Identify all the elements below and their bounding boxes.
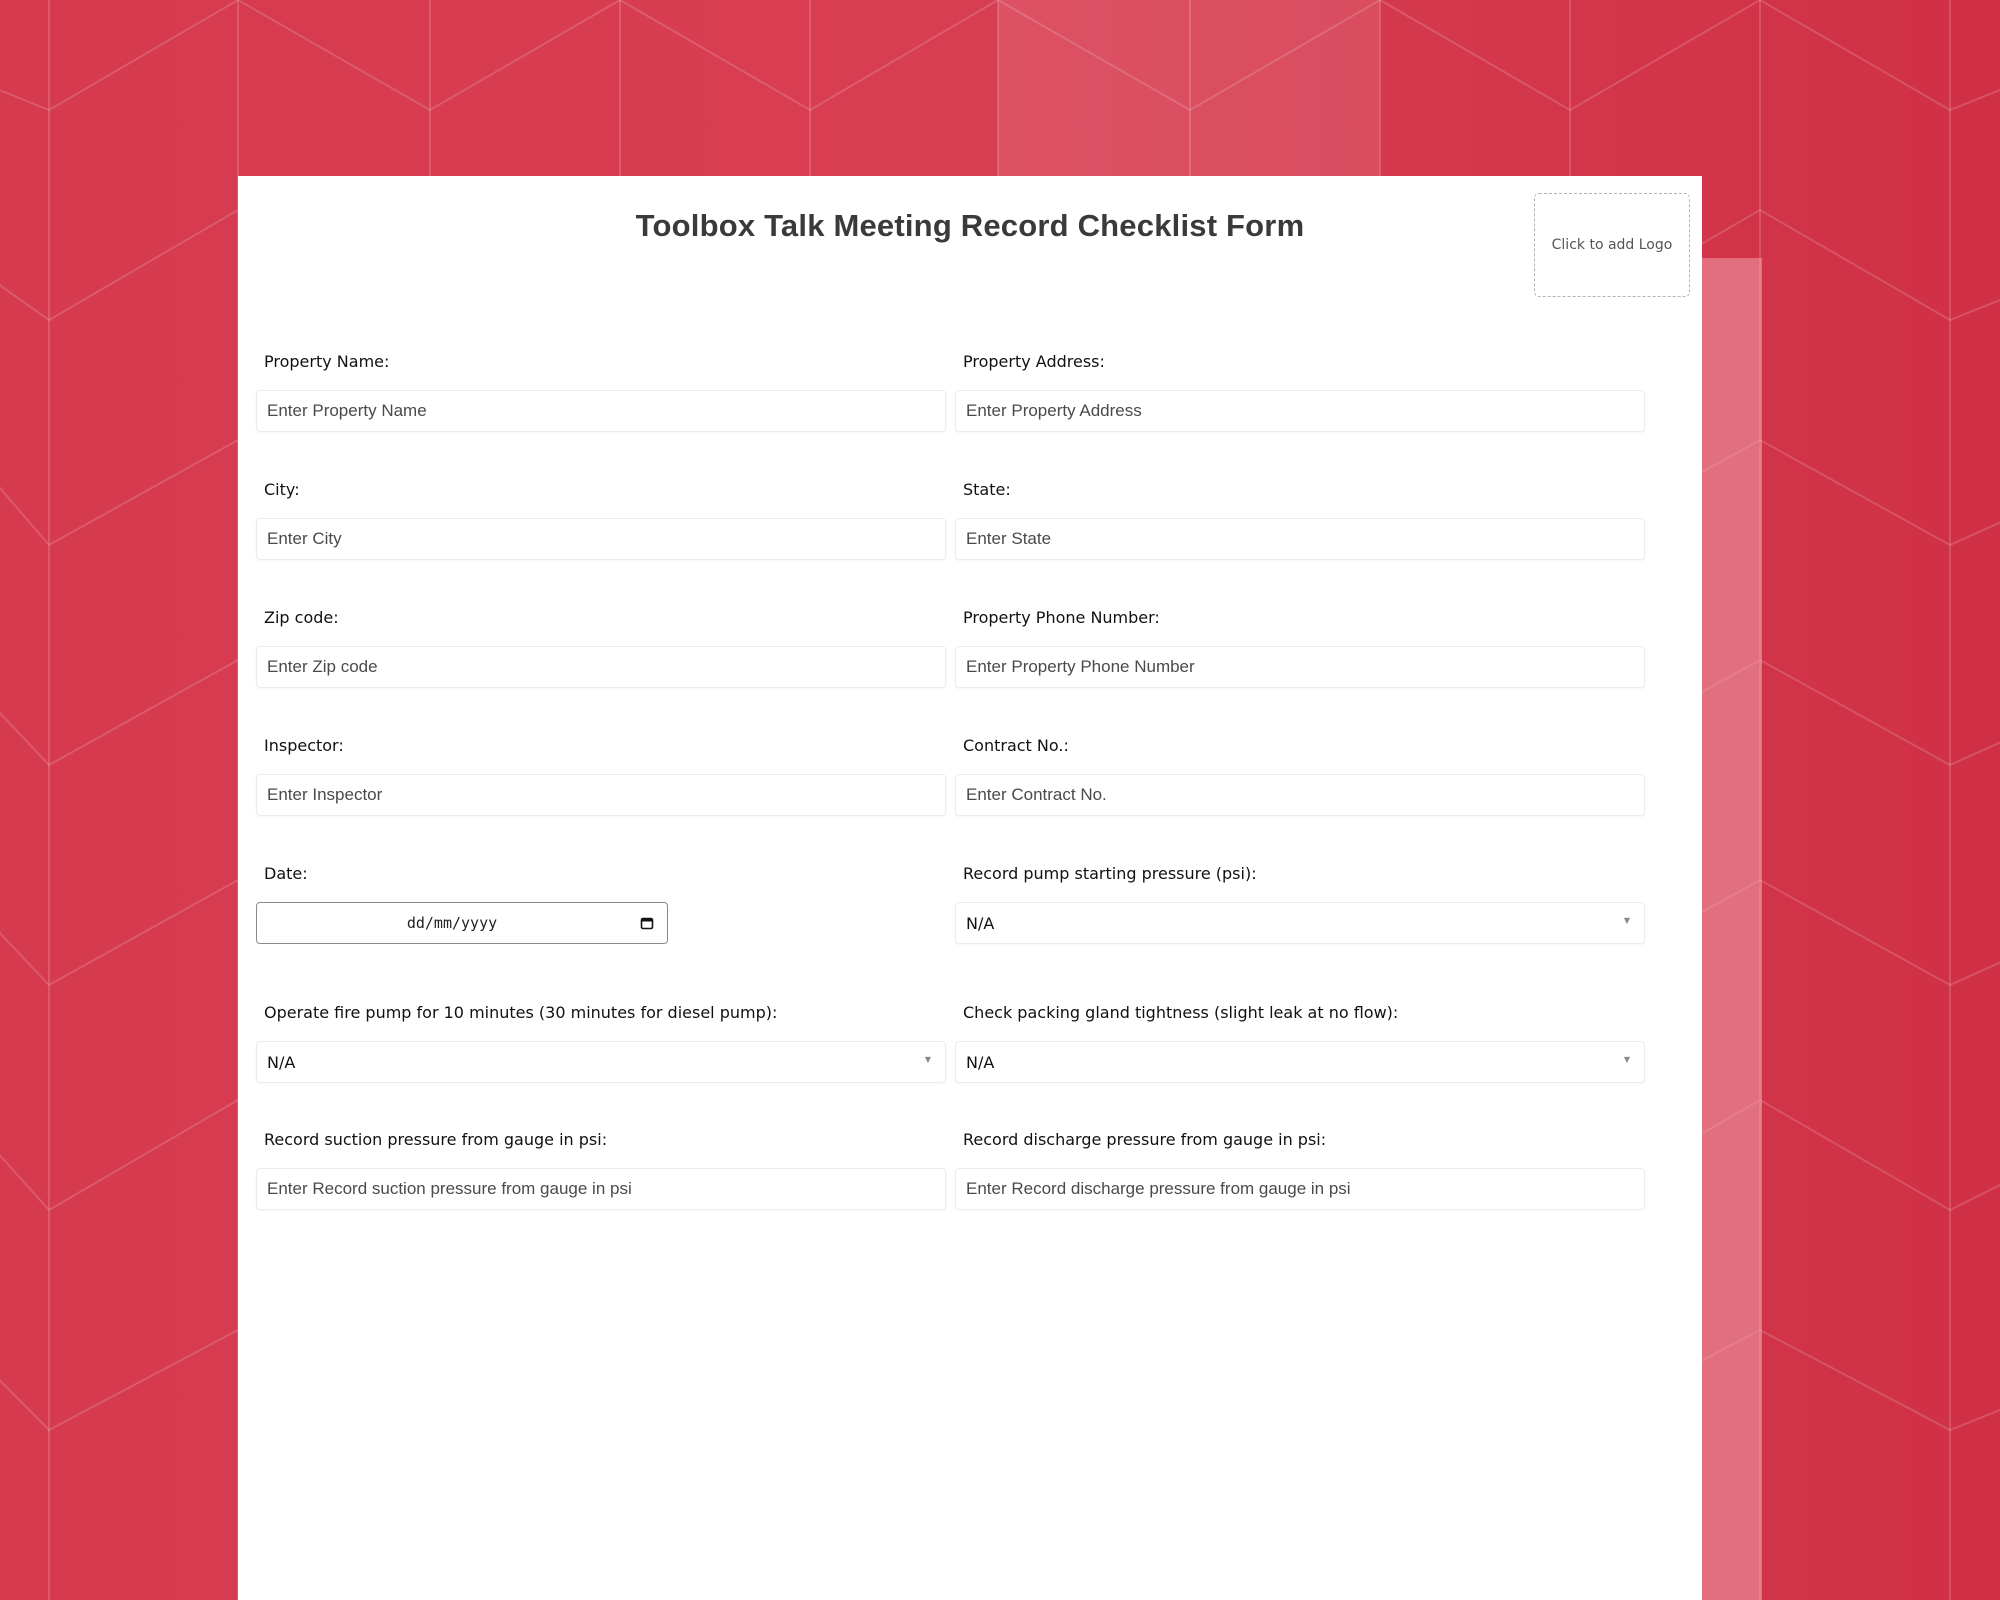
field-property-name: Property Name: — [256, 352, 946, 432]
contract-no-input[interactable] — [955, 774, 1645, 816]
zip-code-input[interactable] — [256, 646, 946, 688]
field-label: Record suction pressure from gauge in ps… — [264, 1130, 608, 1149]
field-label: Contract No.: — [963, 736, 1069, 755]
chevron-down-icon: ▼ — [924, 1055, 931, 1064]
chevron-down-icon: ▼ — [1623, 916, 1630, 925]
field-label: Date: — [264, 864, 308, 883]
field-contract-no: Contract No.: — [955, 736, 1645, 816]
field-label: Property Name: — [264, 352, 390, 371]
pump-starting-pressure-select[interactable]: N/A ▼ — [955, 902, 1645, 944]
field-label: Record pump starting pressure (psi): — [963, 864, 1257, 883]
background-sheet — [1700, 258, 1762, 1600]
select-value: N/A — [966, 1052, 995, 1072]
field-property-address: Property Address: — [955, 352, 1645, 432]
select-value: N/A — [966, 913, 995, 933]
property-name-input[interactable] — [256, 390, 946, 432]
packing-gland-select[interactable]: N/A ▼ — [955, 1041, 1645, 1083]
field-zip-code: Zip code: — [256, 608, 946, 688]
field-label: Record discharge pressure from gauge in … — [963, 1130, 1327, 1149]
select-value: N/A — [267, 1052, 296, 1072]
property-address-input[interactable] — [955, 390, 1645, 432]
form-paper: Toolbox Talk Meeting Record Checklist Fo… — [238, 176, 1702, 1600]
field-packing-gland: Check packing gland tightness (slight le… — [955, 1003, 1645, 1083]
field-pump-starting-pressure: Record pump starting pressure (psi): N/A… — [955, 864, 1645, 944]
field-state: State: — [955, 480, 1645, 560]
city-input[interactable] — [256, 518, 946, 560]
field-inspector: Inspector: — [256, 736, 946, 816]
field-label: City: — [264, 480, 300, 499]
field-suction-pressure: Record suction pressure from gauge in ps… — [256, 1130, 946, 1210]
field-date: Date: dd/mm/yyyy — [256, 864, 946, 944]
operate-fire-pump-select[interactable]: N/A ▼ — [256, 1041, 946, 1083]
property-phone-input[interactable] — [955, 646, 1645, 688]
field-label: Zip code: — [264, 608, 339, 627]
field-label: State: — [963, 480, 1011, 499]
add-logo-button[interactable]: Click to add Logo — [1534, 193, 1690, 297]
field-city: City: — [256, 480, 946, 560]
field-label: Check packing gland tightness (slight le… — [963, 1003, 1399, 1022]
date-placeholder: dd/mm/yyyy — [406, 914, 498, 932]
state-input[interactable] — [955, 518, 1645, 560]
chevron-down-icon: ▼ — [1623, 1055, 1630, 1064]
inspector-input[interactable] — [256, 774, 946, 816]
discharge-pressure-input[interactable] — [955, 1168, 1645, 1210]
suction-pressure-input[interactable] — [256, 1168, 946, 1210]
field-discharge-pressure: Record discharge pressure from gauge in … — [955, 1130, 1645, 1210]
field-label: Operate fire pump for 10 minutes (30 min… — [264, 1003, 778, 1022]
field-property-phone: Property Phone Number: — [955, 608, 1645, 688]
form-title: Toolbox Talk Meeting Record Checklist Fo… — [635, 208, 1305, 243]
field-label: Inspector: — [264, 736, 344, 755]
field-label: Property Phone Number: — [963, 608, 1160, 627]
field-label: Property Address: — [963, 352, 1105, 371]
date-input[interactable]: dd/mm/yyyy — [256, 902, 668, 944]
field-operate-fire-pump: Operate fire pump for 10 minutes (30 min… — [256, 1003, 946, 1083]
calendar-icon[interactable] — [640, 916, 654, 930]
